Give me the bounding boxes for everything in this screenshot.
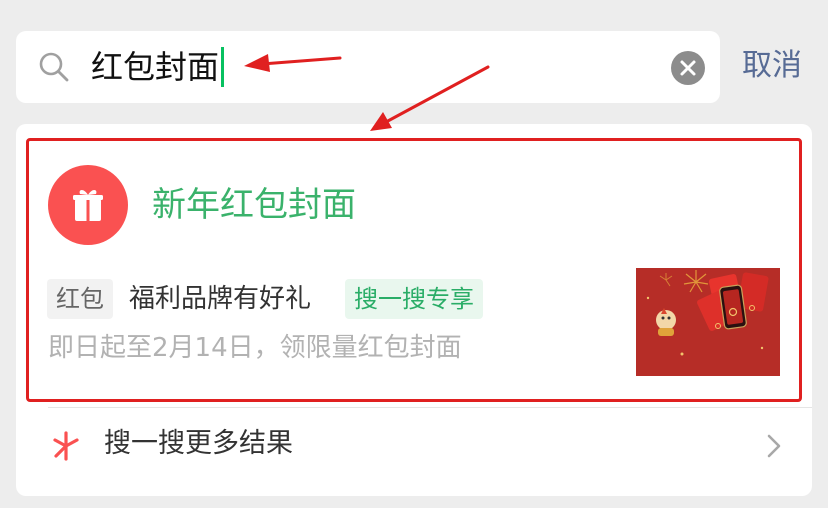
search-bar[interactable]: 红包封面 xyxy=(16,31,720,103)
result-description: 即日起至2月14日，领限量红包封面 xyxy=(48,333,462,363)
cancel-button[interactable]: 取消 xyxy=(742,44,802,88)
search-icon xyxy=(39,52,69,82)
exclusive-tag: 搜一搜专享 xyxy=(345,279,483,319)
sparkle-icon xyxy=(53,431,79,461)
chevron-right-icon xyxy=(767,434,781,458)
cover-image xyxy=(636,268,780,376)
search-query: 红包封面 xyxy=(91,48,220,86)
result-title[interactable]: 新年红包封面 xyxy=(152,183,356,227)
clear-icon[interactable] xyxy=(671,51,705,85)
brand-text: 福利品牌有好礼 xyxy=(129,284,312,314)
gift-icon xyxy=(73,190,103,221)
gift-avatar xyxy=(48,165,128,245)
category-tag: 红包 xyxy=(47,279,113,319)
more-results-row[interactable]: 搜一搜更多结果 xyxy=(16,408,812,482)
red-packet-cover-thumbnail[interactable] xyxy=(636,268,780,376)
more-results-label: 搜一搜更多结果 xyxy=(104,428,293,459)
text-caret xyxy=(221,47,225,87)
search-input[interactable]: 红包封面 xyxy=(91,45,225,89)
